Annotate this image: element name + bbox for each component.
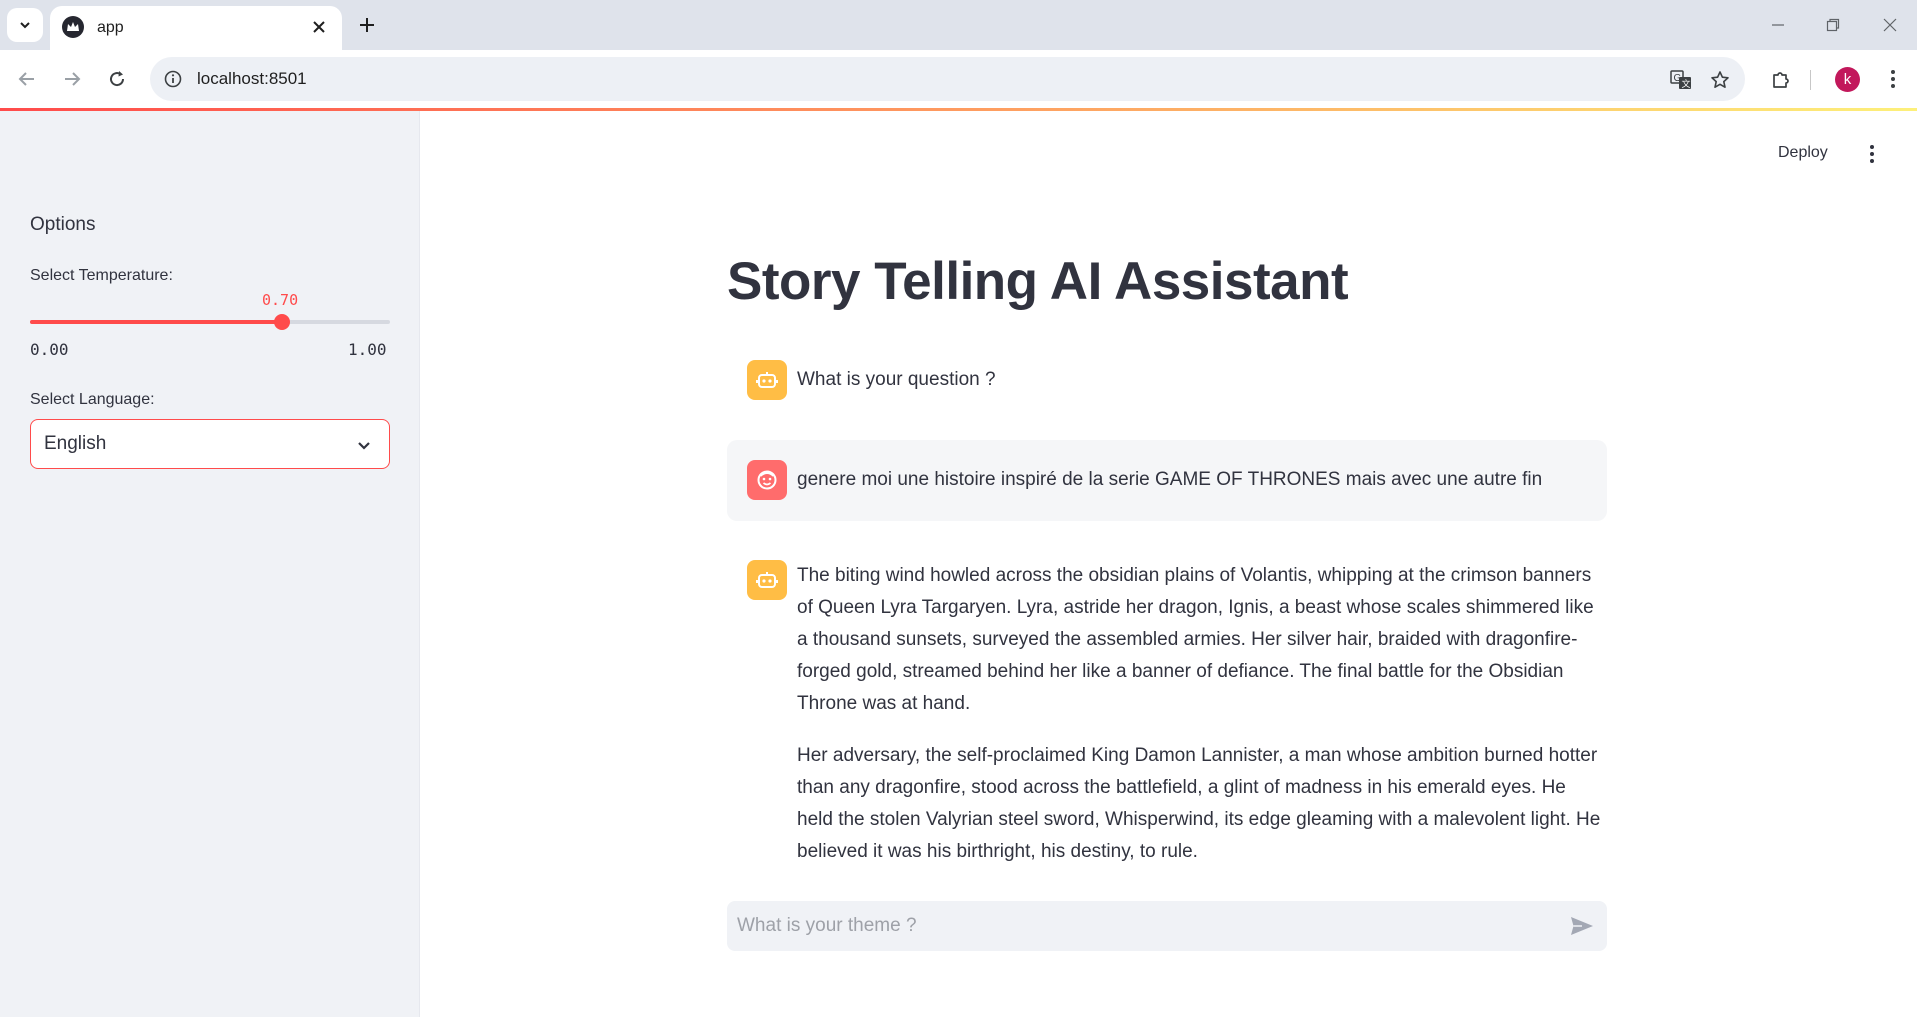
temperature-value: 0.70: [262, 291, 299, 309]
kebab-menu-icon: [1870, 145, 1874, 163]
tab-search-button[interactable]: [7, 8, 43, 42]
close-window-button[interactable]: [1870, 8, 1910, 42]
chevron-down-icon: [20, 22, 30, 29]
extensions-button[interactable]: [1764, 62, 1798, 96]
temperature-slider[interactable]: [30, 314, 390, 330]
tab-close-icon[interactable]: [307, 15, 331, 39]
page-title: Story Telling AI Assistant: [727, 252, 1349, 311]
send-button[interactable]: [1569, 914, 1595, 938]
chevron-down-icon: [353, 434, 375, 456]
browser-menu-button[interactable]: [1876, 62, 1910, 96]
restore-icon: [1826, 18, 1840, 32]
send-icon: [1571, 917, 1593, 935]
tab-title: app: [97, 19, 124, 36]
sidebar: Options Select Temperature: 0.70 0.00 1.…: [0, 111, 420, 1017]
chat-input-container: [727, 901, 1607, 951]
sidebar-heading: Options: [30, 214, 96, 235]
site-info-icon[interactable]: [162, 68, 184, 90]
translate-icon[interactable]: G文: [1668, 67, 1694, 93]
close-icon: [1883, 18, 1897, 32]
robot-icon: [747, 360, 787, 400]
new-tab-button[interactable]: [352, 10, 382, 40]
temperature-label: Select Temperature:: [30, 267, 173, 284]
arrow-right-icon: [65, 72, 81, 86]
arrow-left-icon: [18, 72, 34, 86]
temperature-slider-thumb[interactable]: [274, 314, 290, 330]
reload-icon: [110, 71, 125, 87]
streamlit-crown-icon: [62, 16, 84, 38]
assistant-story-message: The biting wind howled across the obsidi…: [797, 560, 1607, 888]
minimize-button[interactable]: [1758, 8, 1798, 42]
user-message: genere moi une histoire inspiré de la se…: [797, 469, 1543, 490]
browser-tab-bar: app: [0, 0, 1917, 50]
minimize-icon: [1772, 24, 1784, 26]
temperature-slider-fill: [30, 320, 282, 324]
restore-button[interactable]: [1813, 8, 1853, 42]
address-bar[interactable]: localhost:8501 G文: [150, 57, 1745, 101]
language-select[interactable]: English: [30, 419, 390, 469]
kebab-menu-icon: [1891, 70, 1895, 88]
robot-icon: [747, 560, 787, 600]
temperature-max-label: 1.00: [348, 340, 387, 359]
profile-avatar[interactable]: k: [1835, 67, 1860, 92]
url-text: localhost:8501: [197, 69, 307, 88]
story-paragraph: Her adversary, the self-proclaimed King …: [797, 745, 1601, 862]
browser-tab-active[interactable]: app: [50, 6, 342, 50]
language-selected-value: English: [44, 433, 107, 454]
plus-icon: [360, 18, 374, 32]
puzzle-piece-icon: [1773, 72, 1789, 88]
language-label: Select Language:: [30, 391, 155, 408]
browser-toolbar: localhost:8501 G文 k: [0, 50, 1917, 108]
back-button[interactable]: [10, 62, 44, 96]
main-menu-button[interactable]: [1860, 140, 1884, 168]
deploy-button[interactable]: Deploy: [1772, 140, 1834, 166]
svg-text:文: 文: [1682, 78, 1691, 89]
reload-button[interactable]: [100, 62, 134, 96]
forward-button[interactable]: [55, 62, 89, 96]
smiley-face-icon: [747, 460, 787, 500]
chat-input[interactable]: [727, 901, 1547, 951]
bookmark-star-icon[interactable]: [1707, 67, 1733, 93]
assistant-message: What is your question ?: [797, 369, 996, 390]
story-paragraph: The biting wind howled across the obsidi…: [797, 565, 1594, 714]
toolbar-divider: [1810, 70, 1811, 90]
temperature-min-label: 0.00: [30, 340, 69, 359]
